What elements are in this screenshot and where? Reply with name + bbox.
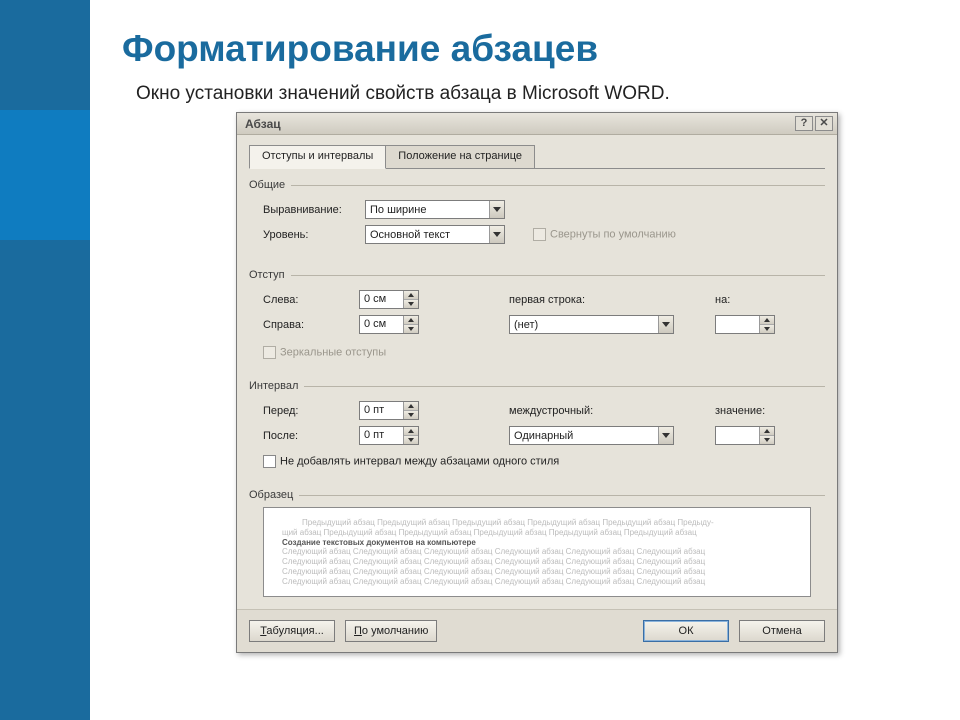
help-button[interactable]: ? (795, 116, 813, 131)
first-line-label: первая строка: (509, 294, 585, 306)
dialog-footer: Табуляция... По умолчанию ОК Отмена (237, 609, 837, 652)
page-subtitle: Окно установки значений свойств абзаца в… (136, 83, 670, 105)
indent-right-input[interactable]: 0 см (359, 315, 419, 334)
caret-up-icon[interactable] (404, 402, 418, 410)
page-title: Форматирование абзацев (122, 28, 598, 70)
caret-down-icon[interactable] (404, 299, 418, 308)
caret-up-icon[interactable] (760, 427, 774, 435)
group-sample: Образец Предыдущий абзац Предыдущий абза… (249, 489, 825, 597)
first-line-combo[interactable]: (нет) (509, 315, 674, 334)
spacing-at-label: значение: (715, 405, 765, 417)
tab-page-position[interactable]: Положение на странице (385, 145, 535, 169)
chevron-down-icon[interactable] (489, 201, 504, 218)
indent-left-label: Слева: (263, 294, 359, 306)
alignment-label: Выравнивание: (263, 204, 359, 216)
level-combo[interactable]: Основной текст (365, 225, 505, 244)
line-spacing-combo[interactable]: Одинарный (509, 426, 674, 445)
caret-down-icon[interactable] (760, 324, 774, 333)
caret-up-icon[interactable] (404, 316, 418, 324)
paragraph-dialog: Абзац ? ✕ Отступы и интервалы Положение … (236, 112, 838, 653)
chevron-down-icon[interactable] (658, 427, 673, 444)
cancel-button[interactable]: Отмена (739, 620, 825, 642)
caret-down-icon[interactable] (404, 410, 418, 419)
sidebar-top (0, 0, 90, 110)
group-general-label: Общие (249, 179, 285, 191)
ok-button[interactable]: ОК (643, 620, 729, 642)
group-indent-label: Отступ (249, 269, 285, 281)
group-spacing: Интервал Перед: 0 пт междустрочный: знач… (249, 380, 825, 471)
dialog-title: Абзац (245, 117, 281, 131)
default-button[interactable]: По умолчанию (345, 620, 437, 642)
slide-sidebar (0, 0, 90, 720)
no-space-checkbox[interactable]: Не добавлять интервал между абзацами одн… (263, 455, 559, 468)
group-general: Общие Выравнивание: По ширине Уровень: О… (249, 179, 825, 247)
close-button[interactable]: ✕ (815, 116, 833, 131)
caret-down-icon[interactable] (404, 435, 418, 444)
group-spacing-label: Интервал (249, 380, 298, 392)
caret-up-icon[interactable] (760, 316, 774, 324)
indent-by-input[interactable] (715, 315, 775, 334)
spacing-before-label: Перед: (263, 405, 359, 417)
collapsed-checkbox: Свернуты по умолчанию (533, 228, 676, 241)
tab-strip: Отступы и интервалы Положение на страниц… (249, 145, 825, 169)
spacing-at-input[interactable] (715, 426, 775, 445)
line-spacing-label: междустрочный: (509, 405, 593, 417)
sample-preview: Предыдущий абзац Предыдущий абзац Предыд… (263, 507, 811, 597)
spacing-after-label: После: (263, 430, 359, 442)
spacing-before-input[interactable]: 0 пт (359, 401, 419, 420)
tab-indents-spacing[interactable]: Отступы и интервалы (249, 145, 386, 169)
group-sample-label: Образец (249, 489, 293, 501)
indent-left-input[interactable]: 0 см (359, 290, 419, 309)
mirror-indents-checkbox: Зеркальные отступы (263, 346, 386, 359)
caret-down-icon[interactable] (760, 435, 774, 444)
tabs-button[interactable]: Табуляция... (249, 620, 335, 642)
indent-right-label: Справа: (263, 319, 359, 331)
alignment-combo[interactable]: По ширине (365, 200, 505, 219)
dialog-titlebar[interactable]: Абзац ? ✕ (237, 113, 837, 135)
level-label: Уровень: (263, 229, 359, 241)
chevron-down-icon[interactable] (658, 316, 673, 333)
indent-by-label: на: (715, 294, 730, 306)
spacing-after-input[interactable]: 0 пт (359, 426, 419, 445)
group-indent: Отступ Слева: 0 см первая строка: на: (249, 269, 825, 362)
caret-down-icon[interactable] (404, 324, 418, 333)
caret-up-icon[interactable] (404, 427, 418, 435)
caret-up-icon[interactable] (404, 291, 418, 299)
chevron-down-icon[interactable] (489, 226, 504, 243)
sidebar-accent (0, 110, 90, 240)
